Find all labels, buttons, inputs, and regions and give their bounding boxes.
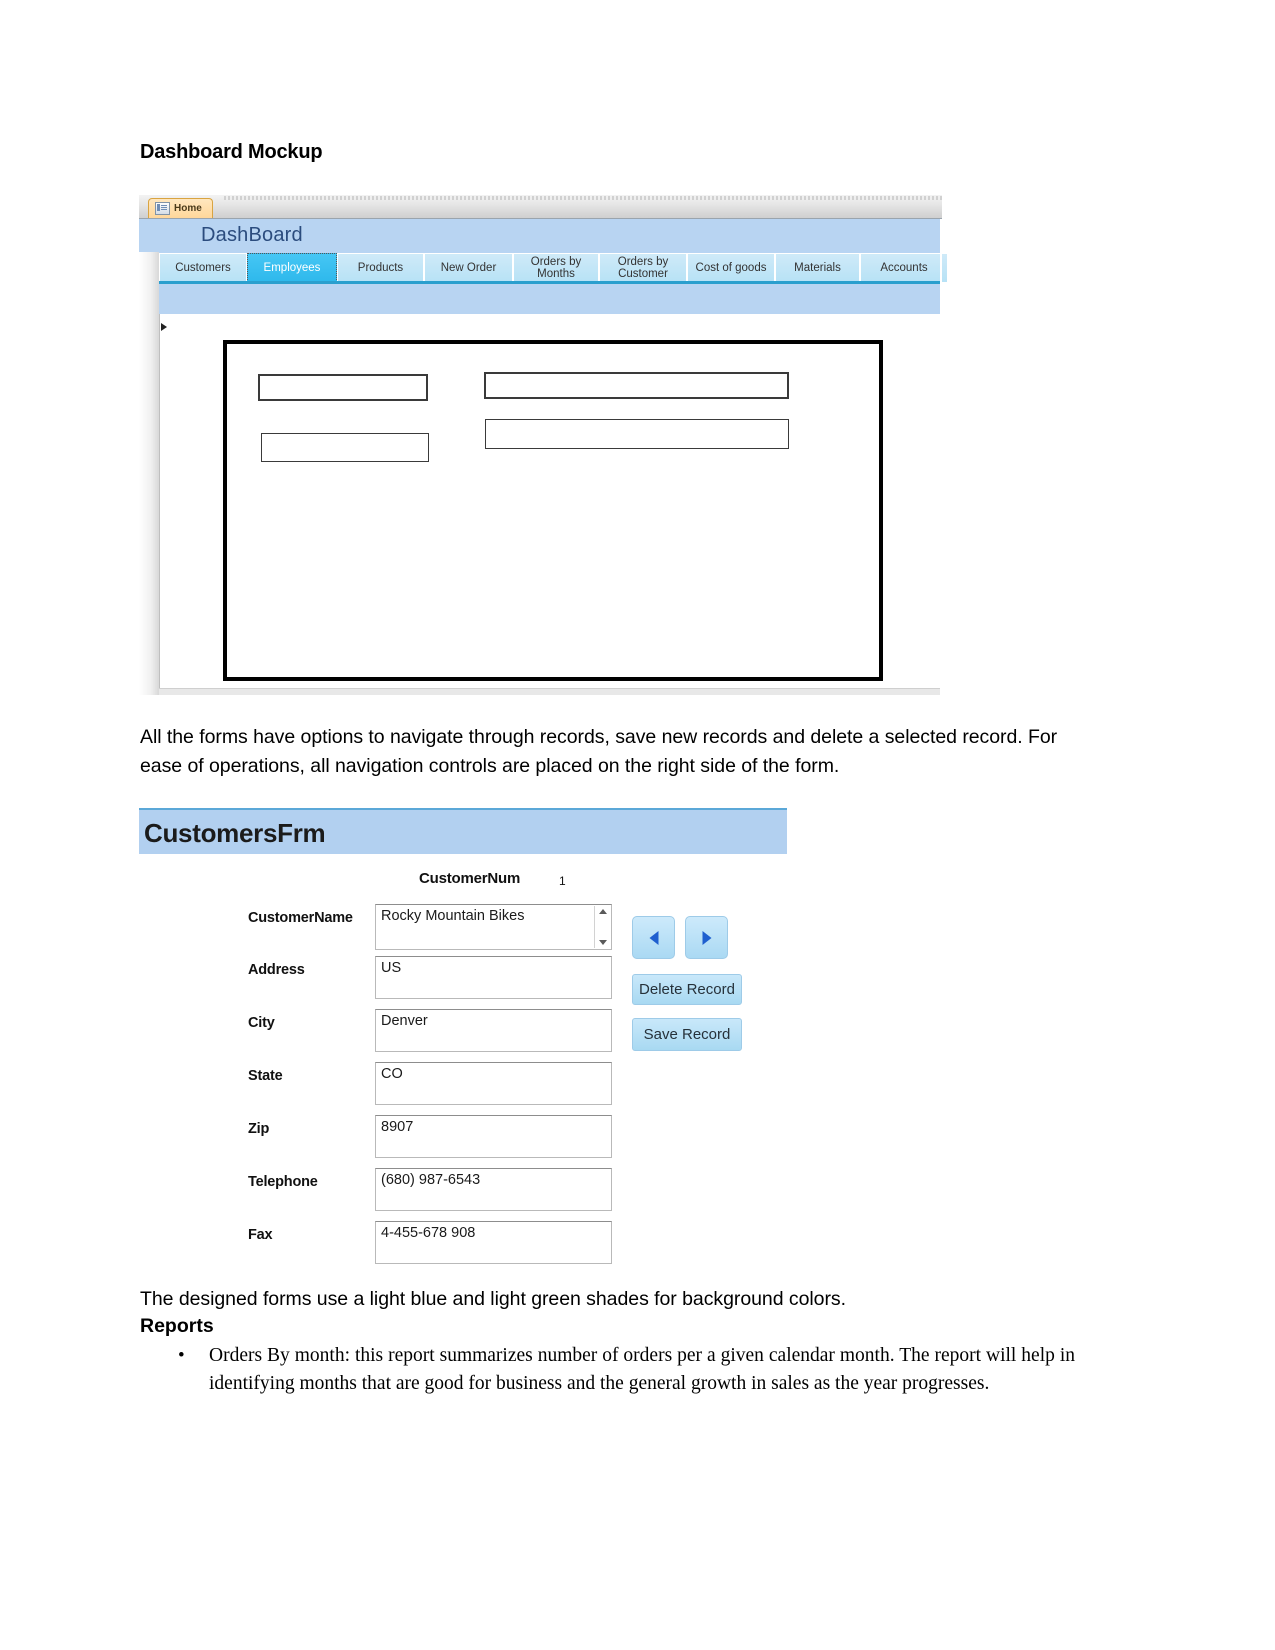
chevron-down-icon[interactable] (598, 940, 607, 945)
field-label-telephone: Telephone (248, 1174, 318, 1190)
dashboard-mockup-screenshot: Home DashBoard Customers Employees Product… (139, 195, 948, 695)
chevron-up-icon[interactable] (598, 909, 607, 914)
arrow-left-icon (649, 930, 658, 945)
design-field-box-2[interactable] (261, 433, 429, 462)
dashboard-tab-label: New Order (440, 262, 497, 274)
field-value-zip: 8907 (381, 1119, 414, 1135)
dashboard-tab-employees[interactable]: Employees (247, 253, 337, 282)
field-input-customername[interactable]: Rocky Mountain Bikes (375, 904, 612, 950)
ribbon-tab-home-label: Home (174, 203, 202, 214)
dashboard-tab-materials[interactable]: Materials (775, 253, 860, 282)
page-title: Dashboard Mockup (140, 141, 323, 163)
paragraph-colors: The designed forms use a light blue and … (140, 1288, 846, 1310)
dashboard-bottom-strip (159, 688, 942, 695)
document-page: Dashboard Mockup Home DashBoard Customer… (0, 0, 1275, 1650)
reports-heading: Reports (140, 1315, 214, 1337)
dashboard-tab-label: Products (357, 262, 404, 274)
dashboard-tab-accounts[interactable]: Accounts (860, 253, 948, 282)
dashboard-tab-customers[interactable]: Customers (159, 253, 247, 282)
field-label-address: Address (248, 962, 305, 978)
field-input-address[interactable]: US (375, 956, 612, 999)
dashboard-tab-bar: Customers Employees Products New Order Order… (159, 252, 948, 284)
dashboard-tab-list: Customers Employees Products New Order Order… (159, 253, 948, 282)
customers-form-screenshot: CustomersFrm CustomerNum 1 CustomerName R… (139, 808, 787, 1273)
dashboard-tab-cost-of-goods[interactable]: Cost of goods (687, 253, 775, 282)
dashboard-tab-orders-by-customer[interactable]: Orders by Customer (599, 253, 687, 282)
record-selector-arrow-icon[interactable] (161, 323, 167, 331)
dashboard-tab-label: Customers (175, 262, 231, 274)
record-selector-gutter (139, 252, 160, 695)
form-design-canvas (223, 340, 883, 681)
field-label-customername: CustomerName (248, 910, 353, 926)
delete-record-button[interactable]: Delete Record (632, 974, 742, 1005)
dashboard-title-band: DashBoard (139, 219, 942, 253)
dashboard-subheader-band (159, 284, 942, 314)
previous-record-button[interactable] (632, 916, 675, 959)
field-input-city[interactable]: Denver (375, 1009, 612, 1052)
form-icon (155, 202, 170, 215)
field-label-state: State (248, 1068, 283, 1084)
reports-bullet-list: • Orders By month: this report summarize… (175, 1342, 1075, 1398)
scrollbar-customername[interactable] (594, 906, 610, 948)
field-value-city: Denver (381, 1013, 428, 1029)
dashboard-tab-orders-by-months[interactable]: Orders by Months (513, 253, 599, 282)
dashboard-right-edge (940, 219, 942, 695)
bullet-icon: • (178, 1345, 185, 1366)
arrow-right-icon (702, 930, 711, 945)
bullet-item-text: Orders By month: this report summarizes … (209, 1345, 1075, 1394)
design-field-box-3[interactable] (484, 372, 789, 399)
field-value-address: US (381, 960, 402, 976)
dashboard-tab-new-order[interactable]: New Order (424, 253, 513, 282)
customer-num-label: CustomerNum (419, 870, 521, 887)
dashboard-tab-label: Materials (794, 262, 841, 274)
field-input-zip[interactable]: 8907 (375, 1115, 612, 1158)
field-value-state: CO (381, 1066, 403, 1082)
field-label-city: City (248, 1015, 275, 1031)
dashboard-tab-label: Orders by Months (530, 256, 582, 280)
field-label-zip: Zip (248, 1121, 270, 1137)
field-label-fax: Fax (248, 1227, 273, 1243)
field-input-fax[interactable]: 4-455-678 908 (375, 1221, 612, 1264)
field-value-fax: 4-455-678 908 (381, 1225, 476, 1241)
field-value-telephone: (680) 987-6543 (381, 1172, 481, 1188)
ribbon-tab-home[interactable]: Home (148, 198, 213, 218)
customers-form-header: CustomersFrm (139, 808, 787, 854)
dashboard-title: DashBoard (201, 224, 303, 246)
dashboard-tab-label: Employees (263, 261, 321, 274)
design-field-box-4[interactable] (485, 419, 789, 449)
save-record-button[interactable]: Save Record (632, 1018, 742, 1051)
field-value-customername: Rocky Mountain Bikes (381, 908, 525, 924)
next-record-button[interactable] (685, 916, 728, 959)
dashboard-tab-products[interactable]: Products (337, 253, 424, 282)
paragraph-navigation: All the forms have options to navigate t… (140, 726, 1058, 777)
dashboard-tab-label: Cost of goods (695, 262, 767, 274)
list-item: • Orders By month: this report summarize… (175, 1342, 1075, 1398)
dashboard-tab-label: Orders by Customer (617, 256, 669, 280)
customers-form-title: CustomersFrm (144, 818, 326, 848)
customer-num-value: 1 (559, 874, 566, 888)
ribbon-texture (224, 196, 942, 200)
dashboard-tab-label: Accounts (880, 262, 928, 274)
field-input-telephone[interactable]: (680) 987-6543 (375, 1168, 612, 1211)
ribbon-bar: Home (139, 195, 942, 219)
field-input-state[interactable]: CO (375, 1062, 612, 1105)
design-field-box-1[interactable] (258, 374, 428, 401)
